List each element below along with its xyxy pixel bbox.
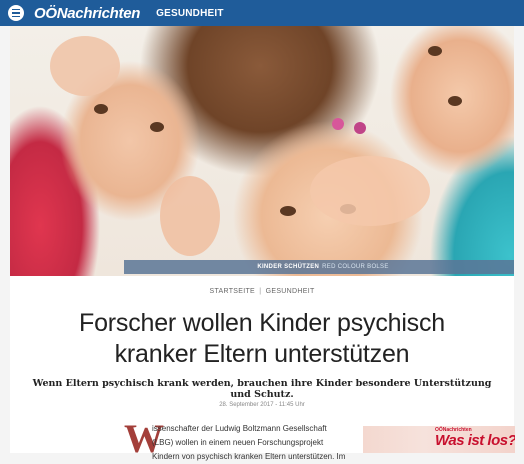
- child-eye: [94, 104, 108, 114]
- article-body: STARTSEITE | GESUNDHEIT Forscher wollen …: [10, 276, 515, 461]
- child-eye: [150, 122, 164, 132]
- headline-line-1: Forscher wollen Kinder psychisch: [79, 309, 445, 337]
- headline-line-2: kranker Eltern unterstützen: [114, 340, 410, 368]
- article-date: 28. September 2017 - 11:45 Uhr: [219, 402, 305, 408]
- breadcrumb-separator: |: [259, 288, 262, 295]
- caption-text: KINDER SCHÜTZEN: [257, 264, 320, 270]
- child-eye: [280, 206, 296, 216]
- child-hand: [50, 36, 120, 96]
- ad-title: Was ist los?: [435, 432, 515, 449]
- body-line: issenschafter der Ludwig Boltzmann Gesel…: [152, 424, 327, 433]
- hamburger-menu-icon[interactable]: [8, 5, 24, 21]
- child-eye: [448, 96, 462, 106]
- breadcrumb-home[interactable]: STARTSEITE: [209, 288, 255, 295]
- hair-clip: [354, 122, 366, 134]
- hair-clip: [332, 118, 344, 130]
- image-caption: KINDER SCHÜTZEN RED COLOUR BOLSE: [124, 260, 514, 274]
- body-line: Kindern von psychisch kranken Eltern unt…: [152, 452, 346, 461]
- site-logo[interactable]: OÖNachrichten: [34, 5, 140, 22]
- section-link-gesundheit[interactable]: GESUNDHEIT: [156, 8, 224, 19]
- child-hand: [310, 156, 430, 226]
- hero-image: KINDER SCHÜTZEN RED COLOUR BOLSE: [10, 26, 514, 276]
- article-lead: Wenn Eltern psychisch krank werden, brau…: [32, 378, 492, 400]
- top-navigation-bar: OÖNachrichten GESUNDHEIT: [0, 0, 524, 26]
- caption-credit: RED COLOUR BOLSE: [322, 264, 389, 270]
- article-text: issenschafter der Ludwig Boltzmann Gesel…: [152, 422, 352, 464]
- breadcrumb: STARTSEITE | GESUNDHEIT: [10, 288, 514, 295]
- child-eye: [428, 46, 442, 56]
- breadcrumb-section[interactable]: GESUNDHEIT: [266, 288, 315, 295]
- child-hand: [160, 176, 220, 256]
- advertisement-banner[interactable]: OÖNachrichten Was ist los?: [363, 426, 515, 453]
- article-headline: Forscher wollen Kinder psychisch kranker…: [30, 308, 494, 370]
- body-line: (LBG) wollen in einem neuen Forschungspr…: [152, 438, 324, 447]
